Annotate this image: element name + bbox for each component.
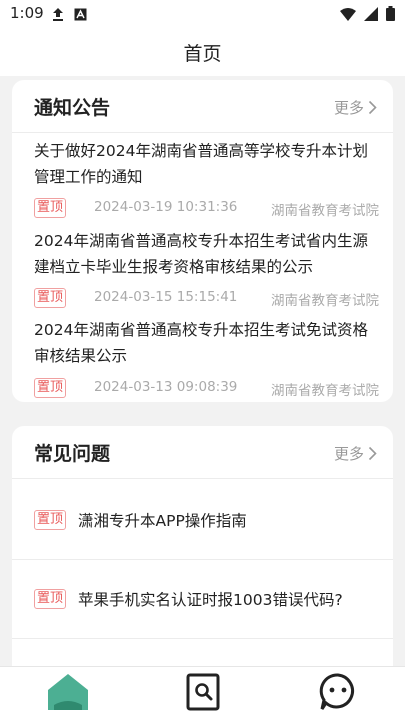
pinned-tag: 置顶 [34,510,67,530]
faq-text: 潇湘专升本APP操作指南 [78,512,247,530]
pinned-tag: 置顶 [34,288,67,308]
notices-card: 通知公告 更多 关于做好2024年湖南省普通高等学校专升本计划管理工作的通知 置… [12,80,393,402]
signal-icon [364,6,378,25]
status-time: 1:09 [10,4,44,22]
notices-title: 通知公告 [34,97,111,119]
notice-item[interactable]: 2024年湖南省普通高校专升本招生考试省内生源建档立卡毕业生报考资格审核结果的公… [34,228,379,309]
notice-item[interactable]: 2024年湖南省普通高校专升本招生考试免试资格审核结果公示 置顶 2024-03… [34,317,379,399]
notice-source: 湖南省教育考试院 [271,383,379,399]
more-label: 更多 [333,99,364,117]
notice-meta: 置顶 2024-03-15 15:15:41 湖南省教育考试院 [34,288,379,309]
battery-icon [386,6,395,25]
tab-home[interactable] [0,667,135,721]
home-icon [46,672,90,716]
status-bar: 1:09 [0,0,405,28]
notice-item[interactable]: 关于做好2024年湖南省普通高等学校专升本计划管理工作的通知 置顶 2024-0… [34,138,379,219]
more-label: 更多 [333,445,364,463]
notices-more-link[interactable]: 更多 [334,97,377,118]
notice-title: 2024年湖南省普通高校专升本招生考试免试资格审核结果公示 [34,321,368,365]
tab-search[interactable] [135,667,270,721]
title-bar: 首页 [0,28,405,76]
notice-date: 2024-03-15 15:15:41 [94,289,238,305]
faq-item[interactable]: 置顶 苹果手机实名认证时报1003错误代码? [12,560,393,639]
search-document-icon [185,673,221,715]
faq-header: 常见问题 更多 [12,426,393,479]
faq-item[interactable]: 置顶 [12,639,393,666]
chevron-right-icon [368,446,377,461]
chat-face-icon [318,672,358,716]
upload-icon [52,6,64,25]
page-title: 首页 [183,42,222,65]
chevron-right-icon [368,100,377,115]
tab-bar [0,666,405,721]
notices-header: 通知公告 更多 [12,80,393,133]
notice-meta: 置顶 2024-03-13 09:08:39 湖南省教育考试院 [34,378,379,399]
faq-text: 苹果手机实名认证时报1003错误代码? [78,591,343,609]
faq-title: 常见问题 [34,443,111,465]
notice-source: 湖南省教育考试院 [271,293,379,309]
faq-more-link[interactable]: 更多 [334,443,377,464]
tab-chat[interactable] [270,667,405,721]
pinned-tag: 置顶 [34,378,67,398]
pinned-tag: 置顶 [34,198,67,218]
notice-source: 湖南省教育考试院 [271,203,379,219]
faq-item[interactable]: 置顶 潇湘专升本APP操作指南 [12,481,393,560]
notice-title: 2024年湖南省普通高校专升本招生考试省内生源建档立卡毕业生报考资格审核结果的公… [34,232,368,276]
pinned-tag: 置顶 [34,589,67,609]
wifi-icon [340,6,356,25]
notice-title: 关于做好2024年湖南省普通高等学校专升本计划管理工作的通知 [34,142,368,186]
notice-date: 2024-03-13 09:08:39 [94,379,238,395]
a-badge-icon [74,6,87,25]
notice-date: 2024-03-19 10:31:36 [94,199,238,215]
notice-meta: 置顶 2024-03-19 10:31:36 湖南省教育考试院 [34,198,379,219]
faq-card: 常见问题 更多 置顶 潇湘专升本APP操作指南 置顶 苹果手机实名认证时报100… [12,426,393,666]
